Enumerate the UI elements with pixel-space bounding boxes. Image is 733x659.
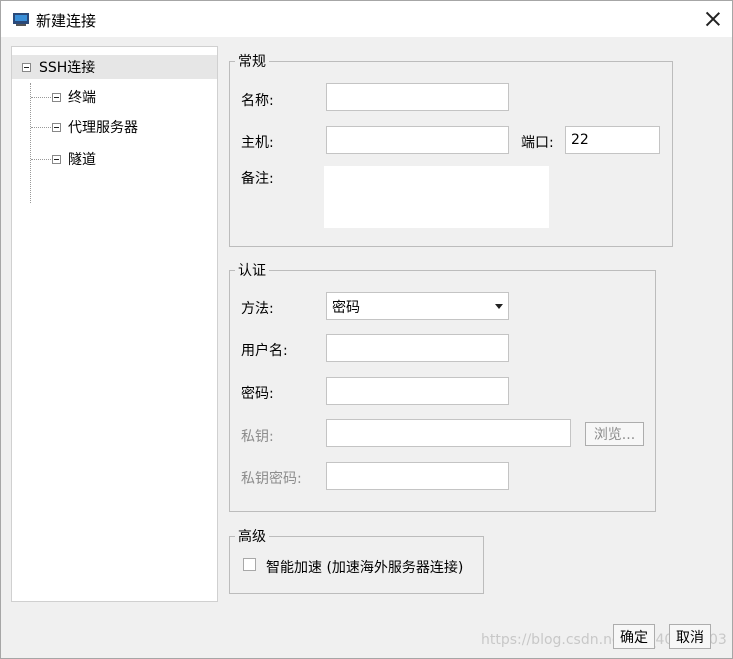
note-textarea[interactable] [324,166,549,228]
host-input[interactable] [326,126,509,154]
username-label: 用户名: [241,343,288,359]
tree-item-proxy[interactable]: 代理服务器 [52,117,138,137]
name-input[interactable] [326,83,509,111]
collapse-icon [52,92,61,102]
collapse-icon [52,122,61,132]
browse-button[interactable]: 浏览... [585,422,644,446]
close-icon[interactable] [701,7,725,31]
ok-button[interactable]: 确定 [613,624,655,649]
tree-item-label: SSH连接 [39,60,96,76]
collapse-icon[interactable] [22,62,31,72]
auth-legend: 认证 [238,263,266,279]
password-input[interactable] [326,377,509,405]
username-input[interactable] [326,334,509,362]
chevron-down-icon [495,304,503,309]
tree-connector [31,97,51,98]
accelerate-label: 智能加速 (加速海外服务器连接) [266,560,464,576]
title-bar: 新建连接 [1,1,732,37]
category-tree: SSH连接 终端 代理服务器 隧道 [11,46,218,602]
window-title: 新建连接 [36,12,97,30]
key-password-label: 私钥密码: [241,471,302,487]
tree-connector [31,159,51,160]
port-label: 端口: [521,135,554,151]
new-connection-dialog: 新建连接 SSH连接 终端 代理服务器 隧道 常规 名称: 主机: 端口: 备注… [0,0,733,659]
tree-item-tunnel[interactable]: 隧道 [52,149,96,169]
method-select[interactable]: 密码 [326,292,509,320]
collapse-icon [52,154,61,164]
tree-connector [30,83,31,203]
general-legend: 常规 [238,54,266,70]
tree-item-label: 代理服务器 [68,120,138,136]
accelerate-checkbox[interactable] [243,558,256,571]
note-label: 备注: [241,171,274,187]
tree-item-label: 隧道 [68,152,96,168]
name-label: 名称: [241,93,274,109]
key-password-input[interactable] [326,462,509,490]
tree-item-label: 终端 [68,90,96,106]
private-key-input[interactable] [326,419,571,447]
password-label: 密码: [241,386,274,402]
advanced-legend: 高级 [238,529,266,545]
host-label: 主机: [241,135,274,151]
tree-item-terminal[interactable]: 终端 [52,87,96,107]
tree-connector [31,127,51,128]
private-key-label: 私钥: [241,429,274,445]
method-selected-value: 密码 [332,300,360,316]
method-label: 方法: [241,301,274,317]
terminal-screen-icon [13,11,29,26]
cancel-button[interactable]: 取消 [669,624,711,649]
tree-item-ssh[interactable]: SSH连接 [12,55,217,79]
port-input[interactable] [565,126,660,154]
